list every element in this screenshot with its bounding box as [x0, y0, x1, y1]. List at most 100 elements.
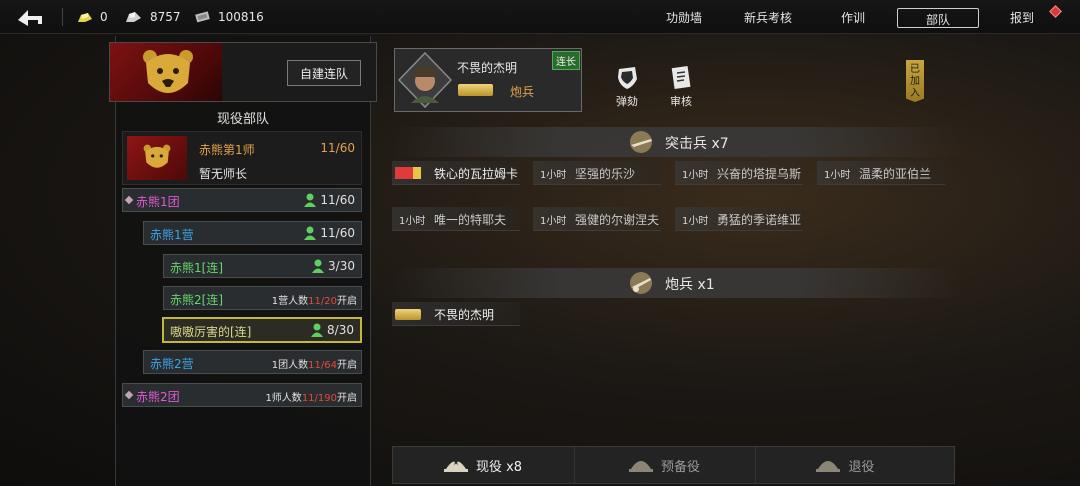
req-label: 1团人数 — [271, 360, 309, 371]
unit-row-battalion-2[interactable]: 赤熊2营 1团人数11/64开启 — [143, 350, 362, 374]
soldier-time: 1小时 — [540, 216, 567, 227]
division-card[interactable]: 赤熊第1师 11/60 暂无师长 — [122, 131, 362, 185]
document-icon — [669, 65, 693, 91]
unit-count: 3/30 — [312, 259, 355, 273]
helmet-icon — [628, 461, 653, 472]
unlock-requirement: 1师人数11/190开启 — [265, 389, 357, 404]
tab-retired[interactable]: 退役 — [755, 447, 935, 483]
count-value: 8/30 — [327, 323, 354, 337]
unit-name: 赤熊1营 — [150, 228, 194, 242]
gold-resource: 0 — [76, 8, 108, 26]
unit-row-company-selected[interactable]: 嗷嗷厉害的[连] 8/30 — [162, 317, 362, 343]
impeach-label: 弹劾 — [616, 95, 638, 108]
officer-role-badge: 连长 — [552, 51, 580, 70]
req-suffix: 开启 — [337, 393, 357, 404]
officer-branch: 炮兵 — [510, 85, 535, 99]
shield-icon — [615, 65, 639, 91]
req-value: 11/20 — [308, 296, 337, 307]
soldier-row[interactable]: 1小时 勇猛的季诺维亚 — [675, 207, 803, 231]
section-title: 现役部队 — [216, 112, 269, 127]
group-header-artillery: 炮兵 x1 — [392, 268, 962, 298]
tab-merit-wall[interactable]: 功勋墙 — [666, 9, 702, 26]
soldier-time: 1小时 — [824, 170, 851, 181]
unit-row-company-1[interactable]: 赤熊1[连] 3/30 — [163, 254, 362, 278]
soldier-name: 温柔的亚伯兰 — [859, 167, 932, 181]
soldier-time: 1小时 — [399, 216, 426, 227]
person-icon — [312, 259, 325, 273]
group-title: 突击兵 x7 — [665, 136, 729, 152]
rifle-icon — [630, 131, 652, 153]
unit-banner: 自建连队 — [109, 42, 377, 102]
unit-row-battalion-1[interactable]: 赤熊1营 11/60 — [143, 221, 362, 245]
tab-reserve[interactable]: 预备役 — [574, 447, 754, 483]
tab-recruit-exam[interactable]: 新兵考核 — [744, 9, 792, 26]
count-value: 3/30 — [328, 259, 355, 273]
req-label: 1营人数 — [271, 296, 309, 307]
silver-ingot-icon — [124, 10, 144, 24]
division-count: 11/60 — [320, 141, 355, 155]
tab-check-in[interactable]: 报到 — [1010, 9, 1034, 26]
expand-diamond-icon — [124, 195, 134, 205]
commander-card[interactable]: 不畏的杰明 连长 炮兵 — [394, 48, 582, 112]
rank-badge-icon — [458, 84, 493, 96]
divider — [62, 8, 63, 26]
division-commander: 暂无师长 — [199, 167, 248, 181]
unit-name: 赤熊1团 — [136, 195, 180, 209]
expand-diamond-icon — [124, 390, 134, 400]
soldier-row[interactable]: 不畏的杰明 — [392, 302, 520, 326]
tab-label: 现役 x8 — [475, 459, 523, 475]
group-title: 炮兵 x1 — [665, 277, 715, 293]
req-value: 11/64 — [308, 360, 337, 371]
unit-count: 11/60 — [304, 226, 355, 240]
soldier-name: 勇猛的季诺维亚 — [717, 213, 802, 227]
soldier-name: 唯一的特耶夫 — [434, 213, 507, 227]
unlock-requirement: 1营人数11/20开启 — [272, 292, 357, 307]
helmet-icon — [443, 459, 468, 472]
soldier-time: 1小时 — [540, 170, 567, 181]
back-arrow-icon[interactable] — [14, 4, 54, 30]
bear-emblem-icon — [143, 144, 171, 168]
tab-troops[interactable]: 部队 — [897, 8, 979, 28]
bear-emblem-icon — [143, 50, 193, 93]
unit-count: 8/30 — [311, 323, 354, 337]
tab-training[interactable]: 作训 — [841, 9, 865, 26]
cannon-icon — [630, 272, 652, 294]
unit-row-company-2[interactable]: 赤熊2[连] 1营人数11/20开启 — [163, 286, 362, 310]
unit-name: 赤熊2营 — [150, 357, 194, 371]
flag-icon — [395, 167, 421, 179]
soldier-row[interactable]: 1小时 唯一的特耶夫 — [392, 207, 520, 231]
unit-name: 嗷嗷厉害的[连] — [170, 325, 252, 339]
unit-row-regiment-2[interactable]: 赤熊2团 1师人数11/190开启 — [122, 383, 362, 407]
soldier-name: 不畏的杰明 — [434, 308, 495, 322]
soldier-time: 1小时 — [682, 216, 709, 227]
unit-name: 赤熊2团 — [136, 390, 180, 404]
review-label: 审核 — [670, 95, 692, 108]
person-icon — [311, 323, 324, 337]
create-company-button[interactable]: 自建连队 — [287, 60, 361, 86]
banner-emblem — [110, 43, 222, 101]
unit-name: 赤熊2[连] — [170, 293, 223, 307]
division-name: 赤熊第1师 — [199, 143, 255, 157]
review-button[interactable]: 审核 — [669, 65, 693, 109]
req-suffix: 开启 — [337, 360, 357, 371]
soldier-name: 铁心的瓦拉姆卡 — [434, 167, 519, 181]
gold-value: 0 — [100, 10, 108, 24]
soldier-row[interactable]: 1小时 兴奋的塔提乌斯 — [675, 161, 803, 185]
cash-icon — [194, 10, 212, 24]
soldier-row[interactable]: 1小时 坚强的乐沙 — [533, 161, 661, 185]
soldier-row[interactable]: 1小时 温柔的亚伯兰 — [817, 161, 945, 185]
soldier-name: 坚强的乐沙 — [575, 167, 636, 181]
unlock-requirement: 1团人数11/64开启 — [272, 356, 357, 371]
joined-tag: 已加入 — [906, 60, 924, 102]
officer-name: 不畏的杰明 — [457, 61, 518, 75]
tab-active-duty[interactable]: 现役 x8 — [393, 447, 573, 483]
silver-value: 8757 — [150, 10, 181, 24]
soldier-row[interactable]: 1小时 强健的尔谢涅夫 — [533, 207, 661, 231]
soldier-row[interactable]: 铁心的瓦拉姆卡 — [392, 161, 520, 185]
impeach-button[interactable]: 弹劾 — [615, 65, 639, 109]
cash-resource: 100816 — [194, 8, 264, 26]
soldier-name: 强健的尔谢涅夫 — [575, 213, 660, 227]
unit-count: 11/60 — [304, 193, 355, 207]
count-value: 11/60 — [320, 226, 355, 240]
unit-row-regiment-1[interactable]: 赤熊1团 11/60 — [122, 188, 362, 212]
